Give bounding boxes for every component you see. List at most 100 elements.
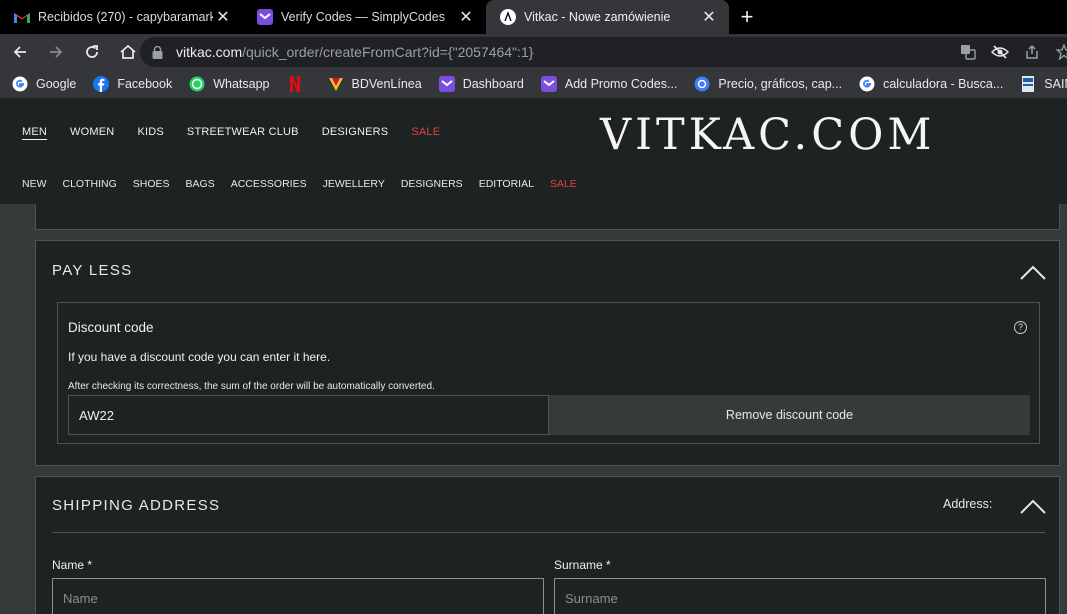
tab-title: Verify Codes — SimplyCodes bbox=[281, 10, 445, 24]
address-selector-label[interactable]: Address: bbox=[943, 497, 992, 511]
divider bbox=[52, 532, 1045, 533]
close-icon[interactable]: ✕ bbox=[213, 7, 233, 27]
subnav-jewellery[interactable]: JEWELLERY bbox=[323, 178, 385, 190]
url-bar[interactable]: vitkac.com/quick_order/createFromCart?id… bbox=[140, 37, 1067, 67]
browser-tab-bar: Recibidos (270) - capybaramarket ✕ Verif… bbox=[0, 0, 1067, 34]
subnav-sale[interactable]: SALE bbox=[550, 178, 577, 190]
subnav-editorial[interactable]: EDITORIAL bbox=[479, 178, 534, 190]
previous-section-card bbox=[35, 204, 1060, 230]
whatsapp-icon bbox=[189, 76, 205, 92]
url-path: /quick_order/createFromCart?id={"2057464… bbox=[242, 44, 534, 60]
subnav-shoes[interactable]: SHOES bbox=[133, 178, 170, 190]
bookmark-calculadora[interactable]: calculadora - Busca... bbox=[859, 76, 1003, 92]
arrow-left-icon bbox=[13, 46, 26, 58]
browser-toolbar: vitkac.com/quick_order/createFromCart?id… bbox=[0, 34, 1067, 70]
star-icon[interactable] bbox=[1054, 42, 1067, 62]
arrow-right-icon bbox=[50, 46, 63, 58]
bookmark-netflix[interactable] bbox=[287, 76, 311, 92]
url-host: vitkac.com bbox=[176, 44, 243, 60]
discount-code-input[interactable] bbox=[68, 395, 549, 435]
google-icon bbox=[12, 76, 28, 92]
subnav-clothing[interactable]: CLOTHING bbox=[63, 178, 117, 190]
name-label: Name * bbox=[52, 558, 93, 572]
bookmark-label: Google bbox=[36, 77, 77, 91]
bookmark-facebook[interactable]: Facebook bbox=[93, 76, 172, 92]
reload-button[interactable] bbox=[76, 36, 108, 68]
bookmark-label: SAIME - Trámite bbox=[1044, 77, 1067, 91]
tab-title: Recibidos (270) - capybaramarket bbox=[38, 10, 213, 24]
site-logo[interactable]: VITKAC.COM bbox=[600, 110, 935, 160]
eye-off-icon[interactable] bbox=[990, 42, 1010, 62]
bookmark-label: calculadora - Busca... bbox=[883, 77, 1004, 91]
bookmark-label: Whatsapp bbox=[213, 77, 270, 91]
site-header: MEN WOMEN KIDS STREETWEAR CLUB DESIGNERS… bbox=[0, 98, 1067, 204]
bookmark-precio[interactable]: Precio, gráficos, cap... bbox=[694, 76, 842, 92]
translate-icon[interactable] bbox=[958, 42, 978, 62]
gmail-icon bbox=[14, 9, 30, 25]
new-tab-button[interactable]: + bbox=[729, 0, 765, 34]
nav-designers[interactable]: DESIGNERS bbox=[322, 126, 389, 138]
discount-code-description: If you have a discount code you can ente… bbox=[68, 350, 331, 364]
subnav-bags[interactable]: BAGS bbox=[186, 178, 215, 190]
nav-streetwear-club[interactable]: STREETWEAR CLUB bbox=[187, 126, 299, 138]
main-navigation: MEN WOMEN KIDS STREETWEAR CLUB DESIGNERS… bbox=[22, 126, 440, 138]
share-icon[interactable] bbox=[1022, 42, 1042, 62]
close-icon[interactable]: ✕ bbox=[699, 7, 719, 27]
nav-kids[interactable]: KIDS bbox=[137, 126, 163, 138]
bookmark-bdvenlinea[interactable]: BDVenLínea bbox=[328, 76, 422, 92]
bookmarks-bar: Google Facebook Whatsapp BDVenLínea Dash… bbox=[0, 70, 1067, 98]
vitkac-icon bbox=[500, 9, 516, 25]
subnav-accessories[interactable]: ACCESSORIES bbox=[231, 178, 307, 190]
name-input[interactable] bbox=[52, 578, 544, 614]
discount-code-title: Discount code bbox=[68, 320, 154, 335]
tab-title: Vitkac - Nowe zamówienie bbox=[524, 10, 671, 24]
help-icon[interactable]: ? bbox=[1014, 321, 1027, 334]
saime-icon bbox=[1020, 76, 1036, 92]
subnav-designers[interactable]: DESIGNERS bbox=[401, 178, 463, 190]
google-icon bbox=[859, 76, 875, 92]
nav-sale[interactable]: SALE bbox=[411, 126, 440, 138]
pay-less-section: PAY LESS Discount code ? If you have a d… bbox=[35, 240, 1060, 466]
subnav-new[interactable]: NEW bbox=[22, 178, 47, 190]
remove-discount-code-button[interactable]: Remove discount code bbox=[549, 395, 1030, 435]
bookmark-google[interactable]: Google bbox=[12, 76, 76, 92]
tab-gmail[interactable]: Recibidos (270) - capybaramarket ✕ bbox=[0, 0, 243, 34]
nav-women[interactable]: WOMEN bbox=[70, 126, 114, 138]
simplycodes-icon bbox=[438, 76, 455, 92]
shipping-address-title: SHIPPING ADDRESS bbox=[52, 497, 221, 514]
bdv-icon bbox=[328, 76, 344, 92]
bookmark-label: Dashboard bbox=[462, 77, 524, 91]
surname-input[interactable] bbox=[554, 578, 1046, 614]
pay-less-title: PAY LESS bbox=[52, 262, 133, 279]
home-icon bbox=[120, 44, 136, 59]
bookmark-dashboard[interactable]: Dashboard bbox=[438, 76, 524, 92]
forward-button[interactable] bbox=[40, 36, 72, 68]
bookmark-label: Facebook bbox=[117, 77, 173, 91]
sub-navigation: NEW CLOTHING SHOES BAGS ACCESSORIES JEWE… bbox=[22, 178, 577, 190]
checkout-content: PAY LESS Discount code ? If you have a d… bbox=[0, 204, 1067, 614]
chevron-up-icon[interactable] bbox=[1020, 263, 1046, 281]
tab-vitkac[interactable]: Vitkac - Nowe zamówienie ✕ bbox=[486, 0, 729, 34]
simplycodes-icon bbox=[540, 76, 557, 92]
lock-icon bbox=[152, 45, 168, 59]
shipping-address-section: SHIPPING ADDRESS Address: Name * Surname… bbox=[35, 476, 1060, 614]
coin-icon bbox=[694, 76, 710, 92]
bookmark-label: Add Promo Codes... bbox=[564, 77, 678, 91]
bookmark-label: Precio, gráficos, cap... bbox=[718, 77, 843, 91]
bookmark-add-promo-codes[interactable]: Add Promo Codes... bbox=[540, 76, 678, 92]
bookmark-label: BDVenLínea bbox=[351, 77, 422, 91]
close-icon[interactable]: ✕ bbox=[456, 7, 476, 27]
surname-label: Surname * bbox=[554, 558, 611, 572]
netflix-icon bbox=[287, 76, 303, 92]
chevron-up-icon[interactable] bbox=[1020, 497, 1046, 515]
tab-simplycodes[interactable]: Verify Codes — SimplyCodes ✕ bbox=[243, 0, 486, 34]
facebook-icon bbox=[93, 76, 110, 92]
bookmark-whatsapp[interactable]: Whatsapp bbox=[189, 76, 270, 92]
reload-icon bbox=[86, 45, 98, 58]
simplycodes-icon bbox=[257, 9, 273, 25]
discount-code-note: After checking its correctness, the sum … bbox=[68, 381, 435, 392]
nav-men[interactable]: MEN bbox=[22, 126, 47, 138]
back-button[interactable] bbox=[4, 36, 36, 68]
bookmark-saime[interactable]: SAIME - Trámite bbox=[1020, 76, 1067, 92]
discount-code-box: Discount code ? If you have a discount c… bbox=[57, 302, 1040, 444]
